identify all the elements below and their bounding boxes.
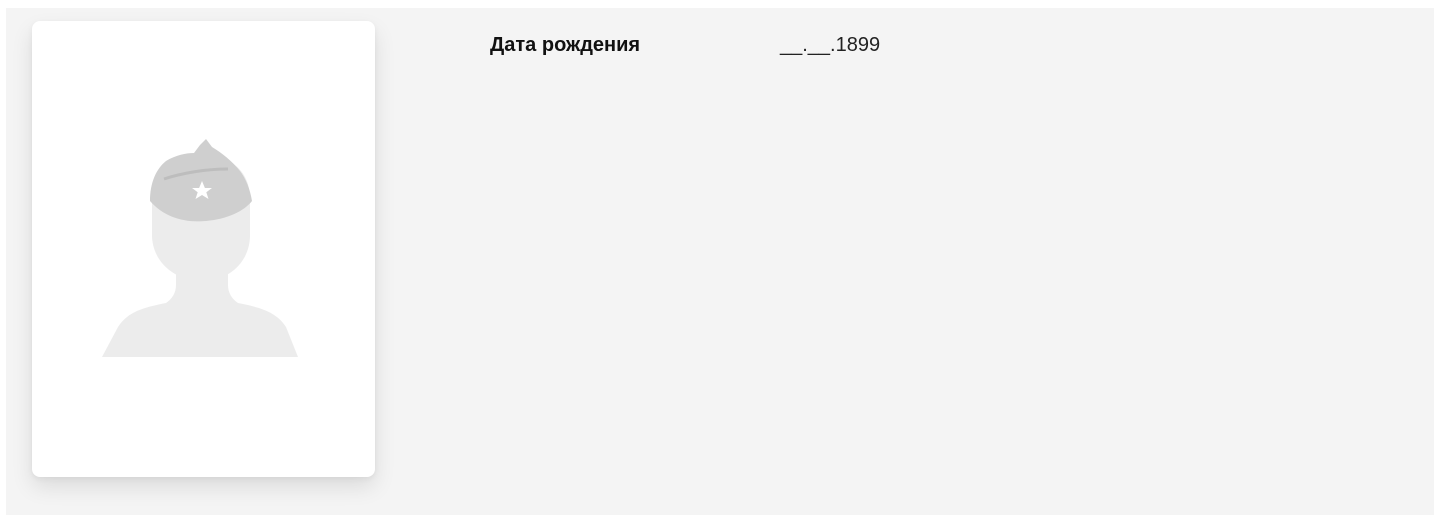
profile-panel: Дата рождения __.__.1899 [6,8,1434,515]
photo-card [32,21,375,477]
birth-date-label: Дата рождения [490,33,641,56]
soldier-silhouette-icon [102,139,298,357]
birth-date-value: __.__.1899 [780,33,881,56]
birth-date-row: Дата рождения __.__.1899 [490,30,880,60]
